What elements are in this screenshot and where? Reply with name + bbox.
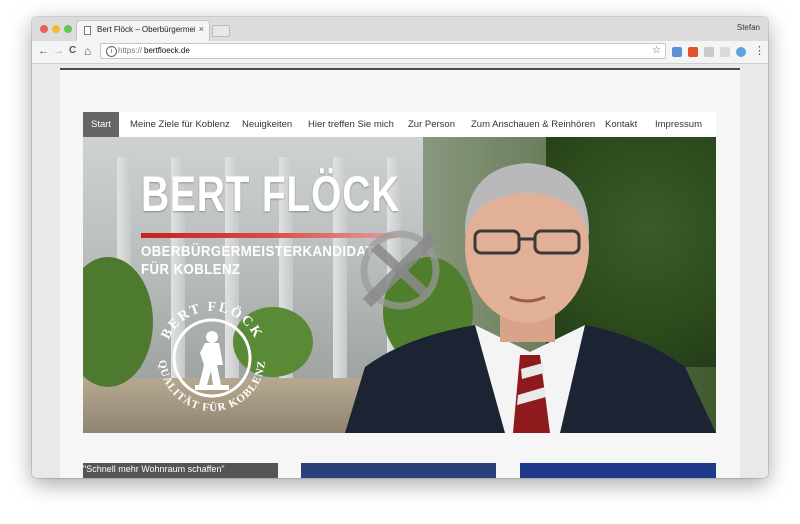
tab-close-icon[interactable]: ×	[199, 24, 204, 34]
nav-item-ziele[interactable]: Meine Ziele für Koblenz	[130, 112, 230, 137]
campaign-seal-logo: BERT FLÖCK QUALITÄT FÜR KOBLENZ	[156, 300, 267, 414]
news-card[interactable]: "Schnell mehr Wohnraum schaffen"	[83, 463, 278, 478]
news-card[interactable]	[301, 463, 496, 478]
browser-window: Bert Flöck – Oberbürgermeiste × Stefan ←…	[32, 17, 768, 478]
extension-icon[interactable]	[704, 47, 714, 57]
minimize-window-button[interactable]	[52, 25, 60, 33]
extension-icon[interactable]	[688, 47, 698, 57]
page-icon	[84, 26, 91, 35]
nav-item-start[interactable]: Start	[83, 112, 120, 137]
ballot-cross-icon	[360, 230, 440, 310]
hero-subtitle: OBERBÜRGERMEISTERKANDIDAT	[141, 243, 374, 260]
news-teasers: "Schnell mehr Wohnraum schaffen"	[83, 463, 716, 478]
nav-item-anschauen[interactable]: Zum Anschauen & Reinhören	[471, 112, 595, 137]
hero-banner: BERT FLÖCK OBERBÜRGERMEISTERKANDIDAT FÜR…	[83, 137, 716, 433]
nav-item-person[interactable]: Zur Person	[408, 112, 455, 137]
back-icon[interactable]: ←	[38, 44, 49, 58]
nav-item-neuigkeiten[interactable]: Neuigkeiten	[242, 112, 292, 137]
browser-toolbar: ← → C ⌂ i https:// bertfloeck.de ☆ ⋮	[32, 41, 768, 64]
site-page: Start Meine Ziele für Koblenz Neuigkeite…	[60, 68, 740, 478]
title-bar: Bert Flöck – Oberbürgermeiste × Stefan	[32, 17, 768, 41]
hero-subtitle-city: FÜR KOBLENZ	[141, 261, 241, 278]
extension-icon[interactable]	[736, 47, 746, 57]
bookmark-star-icon[interactable]: ☆	[652, 45, 661, 56]
extension-icon[interactable]	[672, 47, 682, 57]
nav-item-kontakt[interactable]: Kontakt	[605, 112, 637, 137]
info-icon[interactable]: i	[106, 46, 117, 57]
hero-title: BERT FLÖCK	[141, 166, 401, 222]
tab-title: Bert Flöck – Oberbürgermeiste	[97, 25, 195, 34]
profile-name[interactable]: Stefan	[737, 23, 760, 32]
news-card[interactable]	[520, 463, 716, 478]
forward-icon[interactable]: →	[53, 44, 64, 58]
address-bar[interactable]: i https:// bertfloeck.de ☆	[100, 43, 666, 59]
url-host: bertfloeck.de	[144, 46, 190, 55]
home-icon[interactable]: ⌂	[84, 44, 91, 58]
extension-icon[interactable]	[720, 47, 730, 57]
main-navigation: Start Meine Ziele für Koblenz Neuigkeite…	[83, 112, 716, 137]
news-card-title: "Schnell mehr Wohnraum schaffen"	[83, 464, 225, 474]
maximize-window-button[interactable]	[64, 25, 72, 33]
new-tab-button[interactable]	[212, 25, 230, 37]
close-window-button[interactable]	[40, 25, 48, 33]
nav-item-impressum[interactable]: Impressum	[655, 112, 702, 137]
url-scheme: https://	[118, 46, 143, 55]
browser-tab[interactable]: Bert Flöck – Oberbürgermeiste ×	[76, 20, 210, 41]
menu-icon[interactable]: ⋮	[754, 44, 765, 58]
page-viewport: Start Meine Ziele für Koblenz Neuigkeite…	[32, 64, 768, 478]
reload-icon[interactable]: C	[69, 44, 76, 58]
nav-item-treffen[interactable]: Hier treffen Sie mich	[308, 112, 394, 137]
